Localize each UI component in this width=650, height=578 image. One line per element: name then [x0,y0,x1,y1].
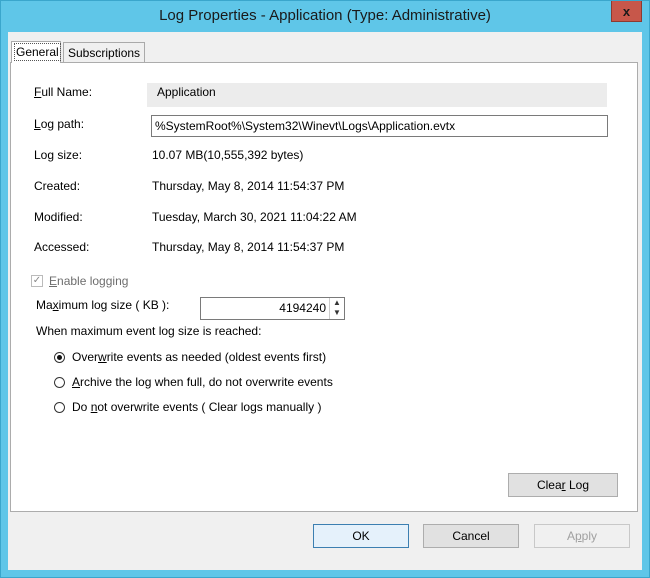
log-path-label: Log path: [34,117,85,131]
archive-radio[interactable] [54,377,65,388]
accessed-label: Accessed: [34,240,90,254]
max-size-spinner[interactable]: ▲ ▼ [329,298,344,319]
tab-subscriptions[interactable]: Subscriptions [63,42,145,62]
accessed-value: Thursday, May 8, 2014 11:54:37 PM [152,240,345,254]
log-size-value: 10.07 MB(10,555,392 bytes) [152,148,304,162]
close-button[interactable]: x [611,1,642,22]
clear-log-button[interactable]: Clear Log [508,473,618,497]
log-size-label: Log size: [34,148,83,162]
do-not-overwrite-radio[interactable] [54,402,65,413]
overwrite-radio[interactable] [54,352,65,363]
ok-button[interactable]: OK [313,524,409,548]
enable-logging-checkbox[interactable]: ✓ [31,275,43,287]
full-name-label: Full Name: [34,85,93,99]
max-size-input[interactable]: 4194240 [200,297,345,320]
created-label: Created: [34,179,81,193]
when-reached-label: When maximum event log size is reached: [36,324,262,338]
general-panel: Full Name: Application Log path: %System… [10,62,638,512]
created-value: Thursday, May 8, 2014 11:54:37 PM [152,179,345,193]
tab-general[interactable]: General [11,41,61,63]
log-path-field[interactable]: %SystemRoot%\System32\Winevt\Logs\Applic… [151,115,608,137]
modified-label: Modified: [34,210,83,224]
overwrite-label[interactable]: Overwrite events as needed (oldest event… [72,350,326,364]
enable-logging-label: Enable logging [49,274,129,288]
cancel-button[interactable]: Cancel [423,524,519,548]
spin-down-icon[interactable]: ▼ [330,308,344,318]
title-bar: Log Properties - Application (Type: Admi… [1,1,649,31]
max-size-label: Maimum log size ( KB ):ximum log size ( … [36,298,170,312]
archive-label[interactable]: Archive the log when full, do not overwr… [72,375,333,389]
dialog-client: General Subscriptions Full Name: Applica… [8,32,642,570]
close-icon: x [622,3,631,19]
modified-value: Tuesday, March 30, 2021 11:04:22 AM [152,210,357,224]
checkmark-icon: ✓ [32,275,42,286]
dialog-title: Log Properties - Application (Type: Admi… [159,7,491,24]
do-not-overwrite-label[interactable]: Do not overwrite events ( Clear logs man… [72,400,321,414]
log-properties-dialog: Log Properties - Application (Type: Admi… [0,0,650,578]
full-name-field: Application [147,83,607,107]
spin-up-icon[interactable]: ▲ [330,298,344,308]
apply-button[interactable]: Apply [534,524,630,548]
